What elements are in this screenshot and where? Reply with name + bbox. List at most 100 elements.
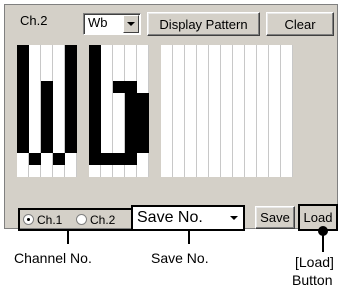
pattern-cell[interactable] [137, 81, 149, 93]
pattern-cell[interactable] [113, 93, 125, 105]
pattern-cell[interactable] [281, 129, 293, 141]
pattern-cell[interactable] [29, 93, 41, 105]
load-button[interactable]: Load [298, 204, 338, 231]
pattern-cell[interactable] [137, 69, 149, 81]
pattern-cell[interactable] [245, 93, 257, 105]
pattern-cell[interactable] [149, 165, 161, 177]
pattern-cell[interactable] [245, 81, 257, 93]
pattern-cell[interactable] [17, 81, 29, 93]
pattern-cell[interactable] [77, 81, 89, 93]
pattern-cell[interactable] [185, 69, 197, 81]
pattern-cell[interactable] [185, 153, 197, 165]
pattern-cell[interactable] [185, 165, 197, 177]
pattern-cell[interactable] [149, 129, 161, 141]
pattern-cell[interactable] [161, 117, 173, 129]
pattern-cell[interactable] [29, 45, 41, 57]
pattern-cell[interactable] [233, 129, 245, 141]
pattern-cell[interactable] [101, 105, 113, 117]
pattern-cell[interactable] [125, 81, 137, 93]
pattern-cell[interactable] [125, 141, 137, 153]
pattern-cell[interactable] [53, 153, 65, 165]
pattern-cell[interactable] [185, 81, 197, 93]
pattern-cell[interactable] [89, 153, 101, 165]
pattern-cell[interactable] [185, 57, 197, 69]
pattern-cell[interactable] [65, 81, 77, 93]
pattern-cell[interactable] [233, 81, 245, 93]
pattern-cell[interactable] [29, 165, 41, 177]
pattern-cell[interactable] [173, 69, 185, 81]
pattern-cell[interactable] [245, 105, 257, 117]
pattern-cell[interactable] [257, 165, 269, 177]
pattern-cell[interactable] [209, 117, 221, 129]
pattern-cell[interactable] [233, 105, 245, 117]
pattern-cell[interactable] [125, 165, 137, 177]
pattern-cell[interactable] [77, 45, 89, 57]
pattern-cell[interactable] [269, 81, 281, 93]
pattern-cell[interactable] [41, 165, 53, 177]
pattern-cell[interactable] [41, 69, 53, 81]
pattern-cell[interactable] [197, 141, 209, 153]
pattern-cell[interactable] [65, 69, 77, 81]
pattern-cell[interactable] [245, 153, 257, 165]
save-no-select[interactable]: Save No. [131, 205, 245, 231]
pattern-cell[interactable] [101, 57, 113, 69]
pattern-cell[interactable] [269, 117, 281, 129]
pattern-cell[interactable] [221, 141, 233, 153]
pattern-cell[interactable] [281, 153, 293, 165]
pattern-cell[interactable] [257, 117, 269, 129]
pattern-cell[interactable] [41, 45, 53, 57]
pattern-cell[interactable] [257, 93, 269, 105]
pattern-cell[interactable] [41, 117, 53, 129]
pattern-cell[interactable] [65, 129, 77, 141]
pattern-cell[interactable] [17, 141, 29, 153]
pattern-cell[interactable] [281, 93, 293, 105]
pattern-cell[interactable] [65, 153, 77, 165]
pattern-cell[interactable] [41, 81, 53, 93]
pattern-cell[interactable] [209, 141, 221, 153]
pattern-cell[interactable] [281, 117, 293, 129]
pattern-cell[interactable] [41, 141, 53, 153]
pattern-cell[interactable] [197, 153, 209, 165]
pattern-cell[interactable] [125, 117, 137, 129]
pattern-cell[interactable] [77, 153, 89, 165]
pattern-cell[interactable] [29, 117, 41, 129]
pattern-cell[interactable] [209, 105, 221, 117]
pattern-cell[interactable] [65, 165, 77, 177]
pattern-cell[interactable] [161, 81, 173, 93]
pattern-cell[interactable] [41, 129, 53, 141]
pattern-cell[interactable] [101, 45, 113, 57]
pattern-cell[interactable] [233, 141, 245, 153]
pattern-cell[interactable] [209, 165, 221, 177]
pattern-cell[interactable] [89, 129, 101, 141]
pattern-cell[interactable] [233, 117, 245, 129]
pattern-cell[interactable] [125, 129, 137, 141]
pattern-cell[interactable] [125, 57, 137, 69]
pattern-cell[interactable] [173, 141, 185, 153]
pattern-cell[interactable] [209, 153, 221, 165]
pattern-cell[interactable] [77, 141, 89, 153]
pattern-cell[interactable] [185, 117, 197, 129]
pattern-cell[interactable] [65, 117, 77, 129]
pattern-cell[interactable] [209, 69, 221, 81]
pattern-cell[interactable] [101, 117, 113, 129]
pattern-cell[interactable] [197, 81, 209, 93]
pattern-cell[interactable] [89, 117, 101, 129]
pattern-cell[interactable] [53, 165, 65, 177]
pattern-cell[interactable] [17, 105, 29, 117]
pattern-cell[interactable] [89, 141, 101, 153]
pattern-cell[interactable] [233, 153, 245, 165]
pattern-cell[interactable] [29, 69, 41, 81]
pattern-select[interactable]: Wb [83, 13, 141, 35]
pattern-cell[interactable] [185, 93, 197, 105]
pattern-cell[interactable] [161, 93, 173, 105]
pattern-cell[interactable] [149, 81, 161, 93]
pattern-cell[interactable] [257, 105, 269, 117]
pattern-cell[interactable] [29, 105, 41, 117]
pattern-cell[interactable] [113, 141, 125, 153]
pattern-cell[interactable] [269, 129, 281, 141]
pattern-cell[interactable] [53, 129, 65, 141]
pattern-cell[interactable] [197, 117, 209, 129]
pattern-cell[interactable] [257, 81, 269, 93]
pattern-cell[interactable] [173, 153, 185, 165]
pattern-cell[interactable] [77, 129, 89, 141]
